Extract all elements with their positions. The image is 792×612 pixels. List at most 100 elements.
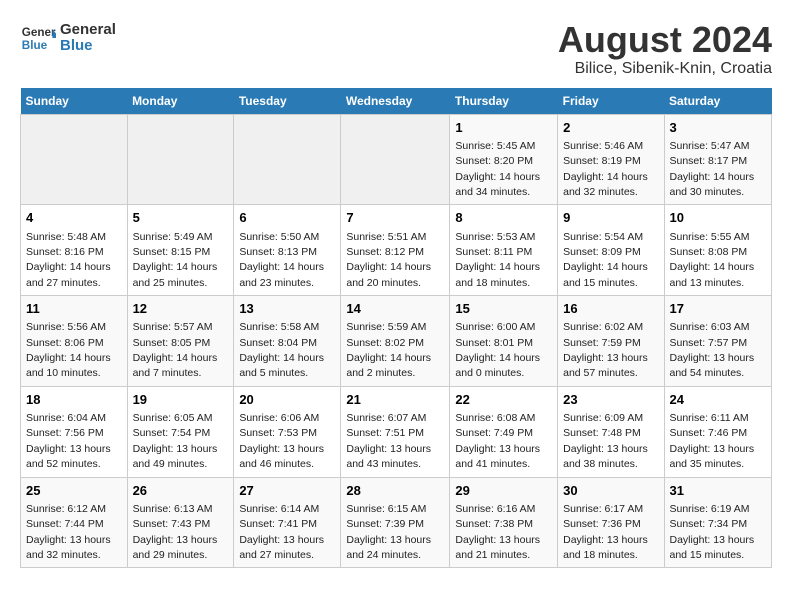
calendar-cell (234, 114, 341, 205)
svg-text:Blue: Blue (22, 39, 48, 52)
calendar-cell (21, 114, 128, 205)
day-info: Sunrise: 6:11 AM Sunset: 7:46 PM Dayligh… (670, 412, 755, 470)
day-info: Sunrise: 6:00 AM Sunset: 8:01 PM Dayligh… (455, 321, 540, 379)
day-header-row: SundayMondayTuesdayWednesdayThursdayFrid… (21, 88, 772, 115)
calendar-cell: 12 Sunrise: 5:57 AM Sunset: 8:05 PM Dayli… (127, 296, 234, 387)
day-number: 11 (26, 300, 122, 318)
day-info: Sunrise: 5:59 AM Sunset: 8:02 PM Dayligh… (346, 321, 431, 379)
day-number: 16 (563, 300, 658, 318)
day-info: Sunrise: 6:05 AM Sunset: 7:54 PM Dayligh… (133, 412, 218, 470)
calendar-cell: 28 Sunrise: 6:15 AM Sunset: 7:39 PM Dayli… (341, 477, 450, 568)
day-info: Sunrise: 5:49 AM Sunset: 8:15 PM Dayligh… (133, 231, 218, 289)
day-info: Sunrise: 5:46 AM Sunset: 8:19 PM Dayligh… (563, 140, 648, 198)
calendar-cell: 9 Sunrise: 5:54 AM Sunset: 8:09 PM Daylig… (558, 205, 664, 296)
day-info: Sunrise: 6:04 AM Sunset: 7:56 PM Dayligh… (26, 412, 111, 470)
calendar-cell: 11Sunrise: 5:56 AM Sunset: 8:06 PM Dayli… (21, 296, 128, 387)
logo: General Blue General Blue (20, 20, 116, 56)
day-number: 1 (455, 119, 552, 137)
calendar-cell (127, 114, 234, 205)
day-info: Sunrise: 5:45 AM Sunset: 8:20 PM Dayligh… (455, 140, 540, 198)
calendar-cell: 6Sunrise: 5:50 AM Sunset: 8:13 PM Daylig… (234, 205, 341, 296)
calendar-cell: 14 Sunrise: 5:59 AM Sunset: 8:02 PM Dayli… (341, 296, 450, 387)
title-block: August 2024 Bilice, Sibenik-Knin, Croati… (558, 20, 772, 78)
calendar-cell: 22Sunrise: 6:08 AM Sunset: 7:49 PM Dayli… (450, 386, 558, 477)
day-number: 19 (133, 391, 229, 409)
week-row-4: 18 Sunrise: 6:04 AM Sunset: 7:56 PM Dayli… (21, 386, 772, 477)
week-row-1: 1 Sunrise: 5:45 AM Sunset: 8:20 PM Daylig… (21, 114, 772, 205)
day-number: 21 (346, 391, 444, 409)
calendar-cell (341, 114, 450, 205)
day-info: Sunrise: 6:07 AM Sunset: 7:51 PM Dayligh… (346, 412, 431, 470)
day-number: 7 (346, 209, 444, 227)
day-info: Sunrise: 5:57 AM Sunset: 8:05 PM Dayligh… (133, 321, 218, 379)
calendar-cell: 8Sunrise: 5:53 AM Sunset: 8:11 PM Daylig… (450, 205, 558, 296)
day-number: 22 (455, 391, 552, 409)
day-info: Sunrise: 5:51 AM Sunset: 8:12 PM Dayligh… (346, 231, 431, 289)
calendar-cell: 23 Sunrise: 6:09 AM Sunset: 7:48 PM Dayli… (558, 386, 664, 477)
calendar-cell: 24 Sunrise: 6:11 AM Sunset: 7:46 PM Dayli… (664, 386, 772, 477)
day-number: 3 (670, 119, 767, 137)
calendar-cell: 27 Sunrise: 6:14 AM Sunset: 7:41 PM Dayli… (234, 477, 341, 568)
day-header-wednesday: Wednesday (341, 88, 450, 115)
day-info: Sunrise: 5:54 AM Sunset: 8:09 PM Dayligh… (563, 231, 648, 289)
calendar-cell: 17Sunrise: 6:03 AM Sunset: 7:57 PM Dayli… (664, 296, 772, 387)
calendar-cell: 29 Sunrise: 6:16 AM Sunset: 7:38 PM Dayli… (450, 477, 558, 568)
calendar-cell: 13Sunrise: 5:58 AM Sunset: 8:04 PM Dayli… (234, 296, 341, 387)
day-number: 20 (239, 391, 335, 409)
day-number: 12 (133, 300, 229, 318)
day-info: Sunrise: 5:48 AM Sunset: 8:16 PM Dayligh… (26, 231, 111, 289)
day-info: Sunrise: 6:16 AM Sunset: 7:38 PM Dayligh… (455, 503, 540, 561)
day-info: Sunrise: 6:12 AM Sunset: 7:44 PM Dayligh… (26, 503, 111, 561)
calendar-cell: 31 Sunrise: 6:19 AM Sunset: 7:34 PM Dayli… (664, 477, 772, 568)
calendar-cell: 7 Sunrise: 5:51 AM Sunset: 8:12 PM Daylig… (341, 205, 450, 296)
day-header-tuesday: Tuesday (234, 88, 341, 115)
day-info: Sunrise: 6:13 AM Sunset: 7:43 PM Dayligh… (133, 503, 218, 561)
day-number: 5 (133, 209, 229, 227)
day-number: 23 (563, 391, 658, 409)
day-info: Sunrise: 5:53 AM Sunset: 8:11 PM Dayligh… (455, 231, 540, 289)
week-row-3: 11Sunrise: 5:56 AM Sunset: 8:06 PM Dayli… (21, 296, 772, 387)
day-header-friday: Friday (558, 88, 664, 115)
day-info: Sunrise: 5:58 AM Sunset: 8:04 PM Dayligh… (239, 321, 324, 379)
calendar-cell: 4Sunrise: 5:48 AM Sunset: 8:16 PM Daylig… (21, 205, 128, 296)
calendar-cell: 1 Sunrise: 5:45 AM Sunset: 8:20 PM Daylig… (450, 114, 558, 205)
calendar-subtitle: Bilice, Sibenik-Knin, Croatia (558, 60, 772, 78)
day-header-saturday: Saturday (664, 88, 772, 115)
day-number: 6 (239, 209, 335, 227)
day-number: 29 (455, 482, 552, 500)
day-number: 24 (670, 391, 767, 409)
logo-general-text: General (60, 22, 116, 39)
day-number: 31 (670, 482, 767, 500)
day-info: Sunrise: 6:15 AM Sunset: 7:39 PM Dayligh… (346, 503, 431, 561)
day-info: Sunrise: 6:19 AM Sunset: 7:34 PM Dayligh… (670, 503, 755, 561)
logo-blue-text: Blue (60, 38, 116, 55)
calendar-cell: 20Sunrise: 6:06 AM Sunset: 7:53 PM Dayli… (234, 386, 341, 477)
calendar-cell: 19 Sunrise: 6:05 AM Sunset: 7:54 PM Dayli… (127, 386, 234, 477)
day-number: 15 (455, 300, 552, 318)
page-header: General Blue General Blue August 2024 Bi… (20, 20, 772, 78)
calendar-cell: 30Sunrise: 6:17 AM Sunset: 7:36 PM Dayli… (558, 477, 664, 568)
calendar-cell: 15 Sunrise: 6:00 AM Sunset: 8:01 PM Dayli… (450, 296, 558, 387)
day-number: 26 (133, 482, 229, 500)
day-number: 14 (346, 300, 444, 318)
day-number: 27 (239, 482, 335, 500)
day-header-thursday: Thursday (450, 88, 558, 115)
svg-text:General: General (22, 26, 56, 39)
day-info: Sunrise: 6:02 AM Sunset: 7:59 PM Dayligh… (563, 321, 648, 379)
day-number: 9 (563, 209, 658, 227)
day-info: Sunrise: 6:14 AM Sunset: 7:41 PM Dayligh… (239, 503, 324, 561)
calendar-cell: 21 Sunrise: 6:07 AM Sunset: 7:51 PM Dayli… (341, 386, 450, 477)
day-number: 18 (26, 391, 122, 409)
week-row-5: 25Sunrise: 6:12 AM Sunset: 7:44 PM Dayli… (21, 477, 772, 568)
calendar-cell: 26 Sunrise: 6:13 AM Sunset: 7:43 PM Dayli… (127, 477, 234, 568)
day-number: 17 (670, 300, 767, 318)
day-info: Sunrise: 6:09 AM Sunset: 7:48 PM Dayligh… (563, 412, 648, 470)
day-header-sunday: Sunday (21, 88, 128, 115)
calendar-table: SundayMondayTuesdayWednesdayThursdayFrid… (20, 88, 772, 569)
calendar-cell: 16 Sunrise: 6:02 AM Sunset: 7:59 PM Dayli… (558, 296, 664, 387)
day-number: 28 (346, 482, 444, 500)
day-number: 2 (563, 119, 658, 137)
day-info: Sunrise: 5:47 AM Sunset: 8:17 PM Dayligh… (670, 140, 755, 198)
calendar-cell: 2 Sunrise: 5:46 AM Sunset: 8:19 PM Daylig… (558, 114, 664, 205)
calendar-cell: 18 Sunrise: 6:04 AM Sunset: 7:56 PM Dayli… (21, 386, 128, 477)
